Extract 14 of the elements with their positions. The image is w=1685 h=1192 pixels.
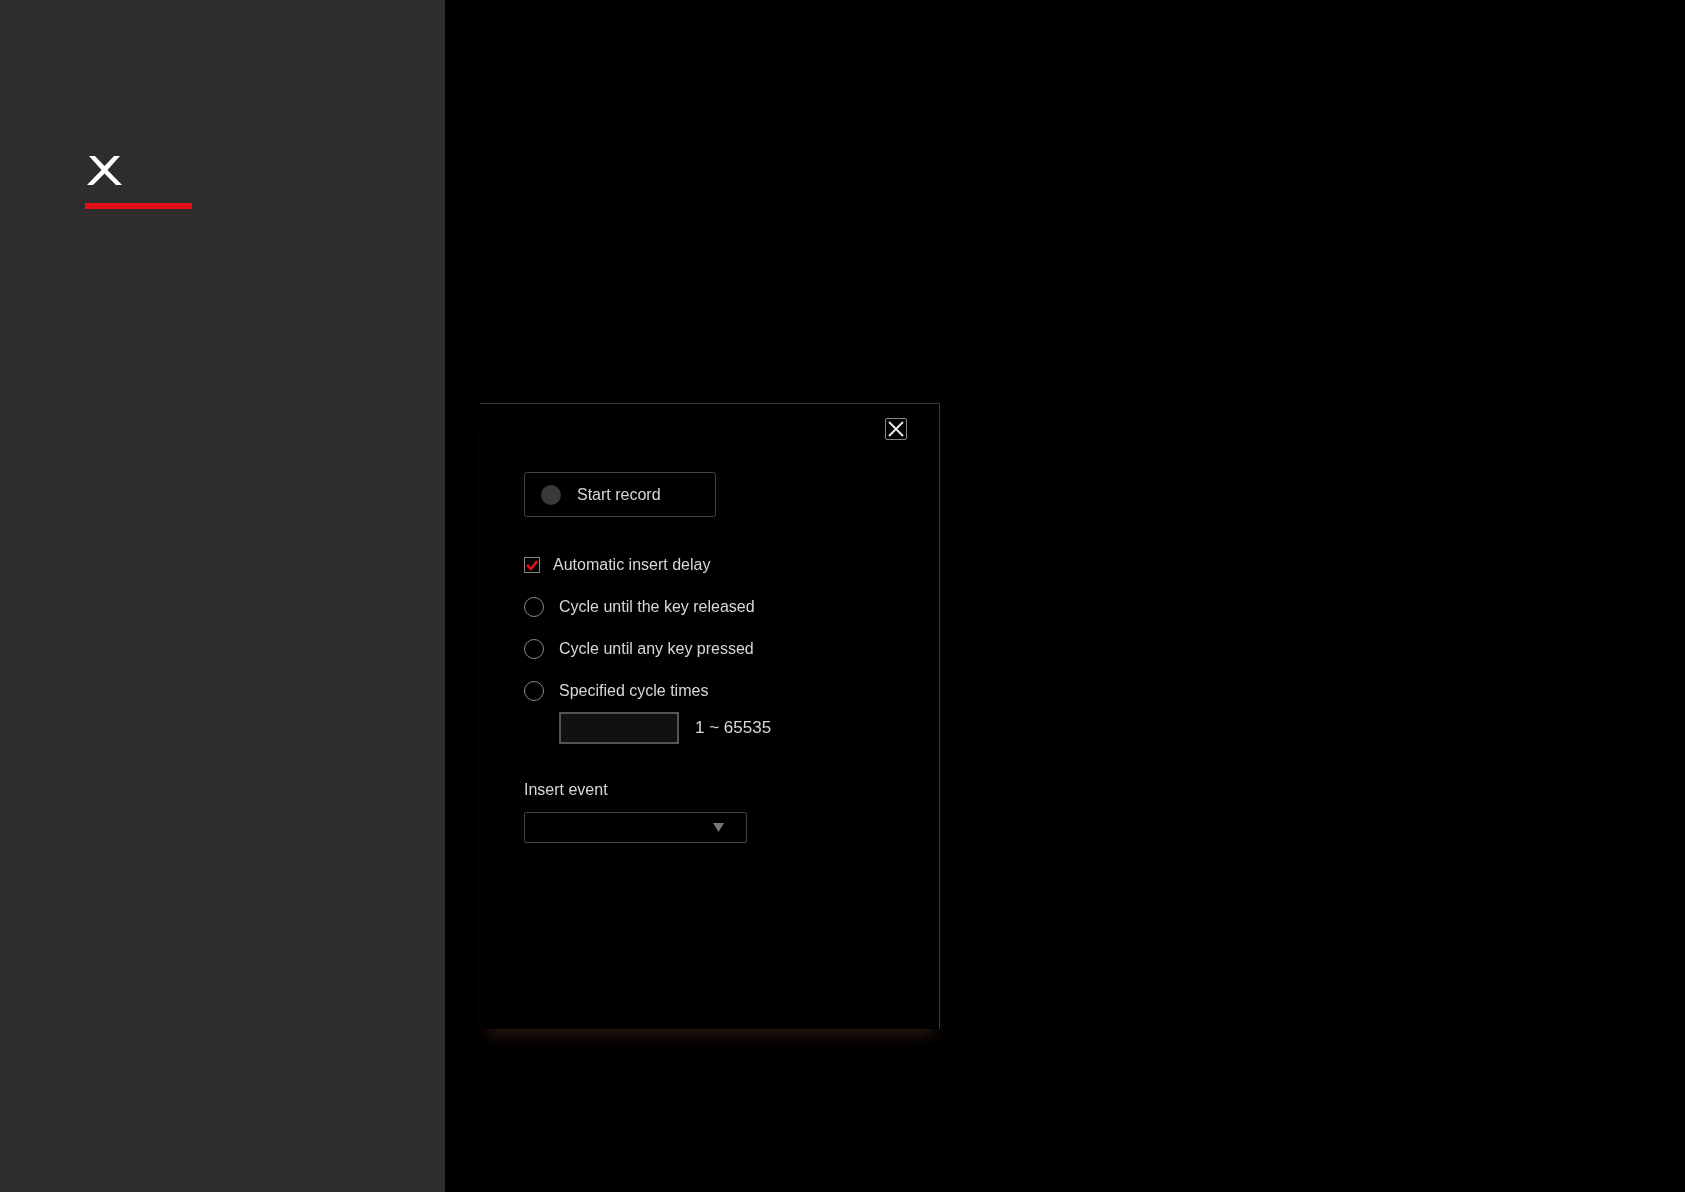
checkbox[interactable] xyxy=(524,557,540,573)
cycle-count-field[interactable] xyxy=(559,712,679,744)
dropdown-caret-icon xyxy=(713,823,724,832)
option-label: Cycle until any key pressed xyxy=(559,639,754,659)
close-icon xyxy=(888,421,904,437)
field-label: Insert event xyxy=(524,780,608,800)
checkmark-icon xyxy=(526,559,538,571)
option-label: Cycle until the key released xyxy=(559,597,755,617)
logo-icon xyxy=(86,156,123,185)
start-record-button[interactable]: Start record xyxy=(524,472,716,517)
range-label: 1 ~ 65535 xyxy=(695,717,772,740)
option-label: Automatic insert delay xyxy=(553,555,711,575)
option-label: Specified cycle times xyxy=(559,681,709,701)
close-button[interactable] xyxy=(885,418,907,440)
